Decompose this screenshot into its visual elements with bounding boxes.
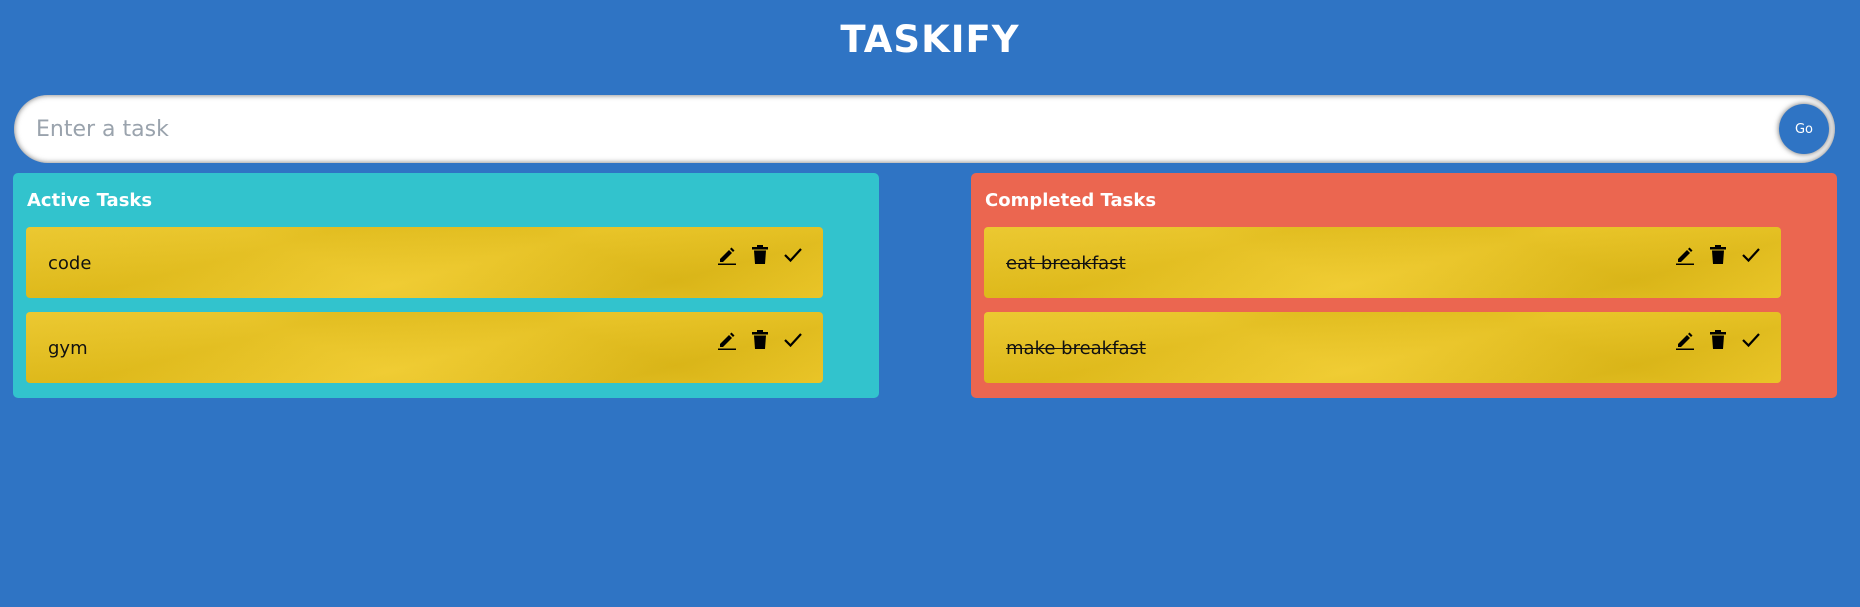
pencil-icon[interactable] (717, 245, 737, 265)
task-card: make breakfast (984, 312, 1781, 383)
task-actions (1675, 330, 1761, 350)
pencil-icon[interactable] (1675, 330, 1695, 350)
check-icon[interactable] (783, 330, 803, 350)
task-input[interactable] (36, 95, 1716, 163)
trash-icon[interactable] (750, 330, 770, 350)
check-icon[interactable] (1741, 245, 1761, 265)
pencil-icon[interactable] (717, 330, 737, 350)
active-tasks-panel: Active Tasks code gym (13, 173, 879, 398)
trash-icon[interactable] (1708, 245, 1728, 265)
task-card: code (26, 227, 823, 298)
task-text: make breakfast (1006, 338, 1146, 359)
app-root: TASKIFY Go Active Tasks code gym (0, 0, 1860, 607)
task-actions (717, 245, 803, 265)
completed-tasks-heading: Completed Tasks (985, 190, 1157, 211)
app-title: TASKIFY (840, 18, 1020, 61)
task-card: gym (26, 312, 823, 383)
task-card: eat breakfast (984, 227, 1781, 298)
task-text: code (48, 253, 92, 274)
task-input-form: Go (14, 95, 1835, 163)
task-actions (717, 330, 803, 350)
completed-tasks-panel: Completed Tasks eat breakfast make break… (971, 173, 1837, 398)
check-icon[interactable] (783, 245, 803, 265)
pencil-icon[interactable] (1675, 245, 1695, 265)
check-icon[interactable] (1741, 330, 1761, 350)
task-text: gym (48, 338, 88, 359)
go-button[interactable]: Go (1779, 104, 1829, 154)
trash-icon[interactable] (750, 245, 770, 265)
task-text: eat breakfast (1006, 253, 1126, 274)
trash-icon[interactable] (1708, 330, 1728, 350)
active-tasks-heading: Active Tasks (27, 190, 153, 211)
task-actions (1675, 245, 1761, 265)
